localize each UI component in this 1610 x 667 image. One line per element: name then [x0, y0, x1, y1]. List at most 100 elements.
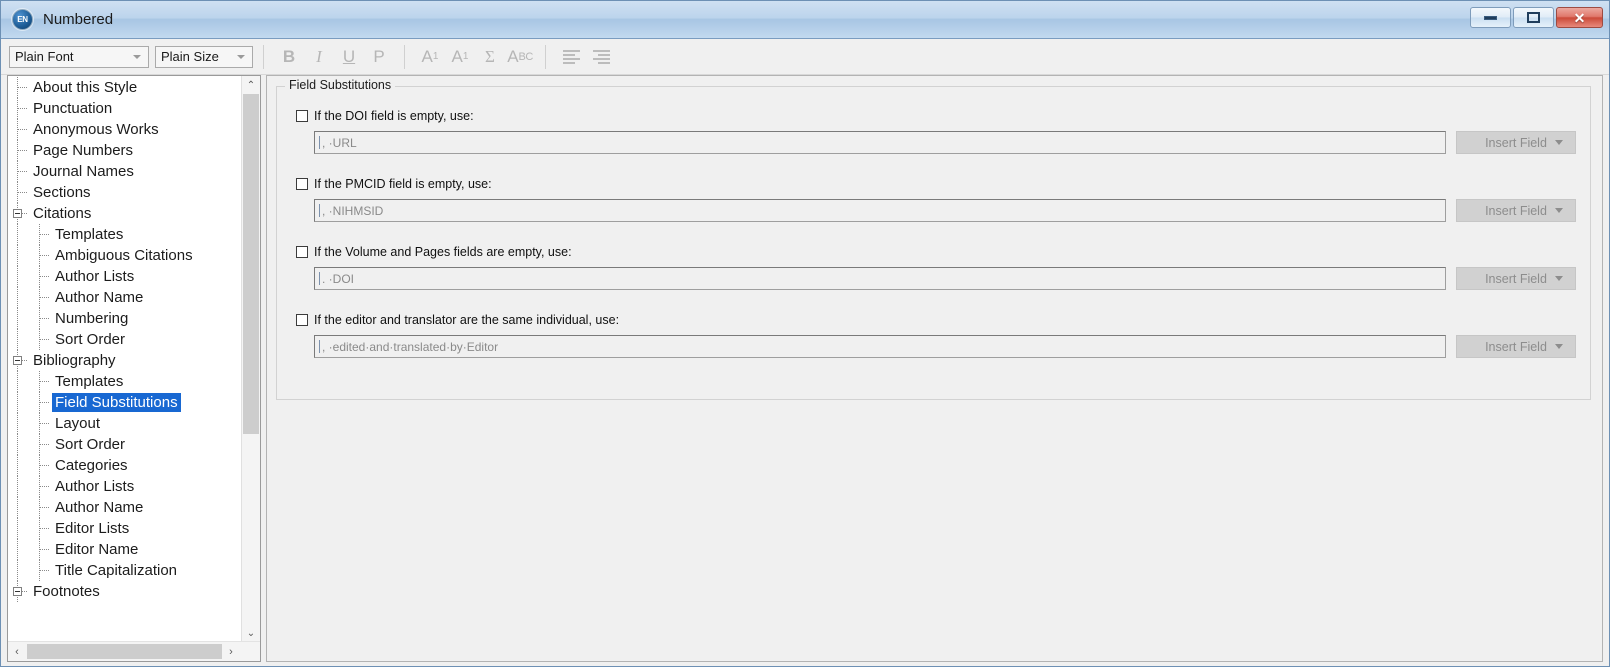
substitution-field-row: . ·DOI Insert Field [277, 267, 1590, 290]
style-sections-tree: About this Style Punctuation Anonymous Wor… [7, 75, 261, 662]
tree-item-numbering[interactable]: Numbering [8, 308, 238, 329]
tree-expander-icon[interactable] [13, 587, 22, 596]
insert-field-button[interactable]: Insert Field [1456, 267, 1576, 290]
checkbox-icon[interactable] [296, 314, 308, 326]
tree-item-anonymous-works[interactable]: Anonymous Works [8, 119, 238, 140]
insert-field-button[interactable]: Insert Field [1456, 131, 1576, 154]
tree-item-label: Citations [33, 205, 92, 222]
bold-button[interactable]: B [274, 44, 304, 70]
text-caret [319, 340, 320, 353]
plain-button[interactable]: P [364, 44, 394, 70]
insert-field-button[interactable]: Insert Field [1456, 335, 1576, 358]
close-button[interactable]: ✕ [1556, 7, 1603, 28]
substitution-row: If the editor and translator are the sam… [277, 313, 1590, 358]
tree-item-sections[interactable]: Sections [8, 182, 238, 203]
superscript-button[interactable]: A1 [415, 44, 445, 70]
tree-item-sort-order[interactable]: Sort Order [8, 329, 238, 350]
tree-item-about-this-style[interactable]: About this Style [8, 77, 238, 98]
tree-item-categories[interactable]: Categories [8, 455, 238, 476]
tree-item-sort-order[interactable]: Sort Order [8, 434, 238, 455]
substitution-checkbox-row[interactable]: If the DOI field is empty, use: [277, 109, 1590, 123]
tree-item-label: Sections [33, 184, 91, 201]
minimize-icon [1484, 15, 1497, 20]
small-caps-button[interactable]: A BC [505, 44, 535, 70]
tree-horizontal-scrollbar[interactable]: ‹ › [8, 641, 260, 661]
insert-field-label: Insert Field [1485, 271, 1547, 286]
scroll-down-arrow-icon[interactable]: ⌄ [242, 624, 260, 642]
tree-item-bibliography[interactable]: Bibliography [8, 350, 238, 371]
tree-item-label: Editor Lists [55, 520, 130, 537]
underline-button[interactable]: U [334, 44, 364, 70]
tree-connector [8, 455, 52, 476]
checkbox-icon[interactable] [296, 110, 308, 122]
tree-item-title-capitalization[interactable]: Title Capitalization [8, 560, 238, 581]
align-left-icon [562, 49, 580, 64]
link-adjacent-text-button[interactable]: Σ [475, 44, 505, 70]
checkbox-label: If the DOI field is empty, use: [314, 109, 474, 123]
scroll-left-arrow-icon[interactable]: ‹ [8, 643, 26, 660]
tree-item-editor-name[interactable]: Editor Name [8, 539, 238, 560]
tree-item-page-numbers[interactable]: Page Numbers [8, 140, 238, 161]
tree-item-label: Numbering [55, 310, 129, 327]
substitution-text-input[interactable]: , ·URL [314, 131, 1446, 154]
tree-item-field-substitutions[interactable]: Field Substitutions [8, 392, 238, 413]
substitution-text-input[interactable]: . ·DOI [314, 267, 1446, 290]
tree-item-author-lists[interactable]: Author Lists [8, 476, 238, 497]
style-editor-window: EN Numbered ✕ Plain Font Plain Size B I … [0, 0, 1610, 667]
tree-item-label: Footnotes [33, 583, 100, 600]
tree-item-journal-names[interactable]: Journal Names [8, 161, 238, 182]
scroll-up-arrow-icon[interactable]: ⌃ [242, 76, 260, 94]
tree-item-punctuation[interactable]: Punctuation [8, 98, 238, 119]
tree-item-author-lists[interactable]: Author Lists [8, 266, 238, 287]
tree-item-label: Templates [55, 373, 124, 390]
tree-item-author-name[interactable]: Author Name [8, 287, 238, 308]
tree-item-label: Punctuation [33, 100, 113, 117]
insert-field-button[interactable]: Insert Field [1456, 199, 1576, 222]
subscript-button[interactable]: A1 [445, 44, 475, 70]
chevron-down-icon [1555, 276, 1563, 281]
substitution-text-input[interactable]: , ·edited·and·translated·by·Editor [314, 335, 1446, 358]
vertical-scroll-thumb[interactable] [243, 94, 259, 434]
align-left-button[interactable] [556, 44, 586, 70]
minimize-button[interactable] [1470, 7, 1511, 28]
tree-connector [8, 434, 52, 455]
tree-expander-icon[interactable] [13, 209, 22, 218]
tree-item-layout[interactable]: Layout [8, 413, 238, 434]
substitution-checkbox-row[interactable]: If the Volume and Pages fields are empty… [277, 245, 1590, 259]
tree-item-editor-lists[interactable]: Editor Lists [8, 518, 238, 539]
chevron-down-icon [133, 54, 141, 59]
group-title: Field Substitutions [285, 78, 396, 92]
tree-item-author-name[interactable]: Author Name [8, 497, 238, 518]
substitution-text-input[interactable]: , ·NIHMSID [314, 199, 1446, 222]
tree-item-label: Editor Name [55, 541, 139, 558]
tree-connector [8, 329, 52, 350]
tree-item-label: Bibliography [33, 352, 116, 369]
tree-expander-icon[interactable] [13, 356, 22, 365]
tree-connector [8, 560, 52, 581]
substitution-row: If the Volume and Pages fields are empty… [277, 245, 1590, 290]
checkbox-icon[interactable] [296, 246, 308, 258]
tree-item-citations[interactable]: Citations [8, 203, 238, 224]
font-select[interactable]: Plain Font [9, 45, 149, 68]
substitution-text-value: , ·NIHMSID [322, 203, 384, 218]
text-caret [319, 204, 320, 217]
tree-item-templates[interactable]: Templates [8, 224, 238, 245]
horizontal-scroll-thumb[interactable] [27, 644, 222, 659]
tree-item-templates[interactable]: Templates [8, 371, 238, 392]
tree-list: About this Style Punctuation Anonymous Wor… [8, 76, 238, 602]
maximize-button[interactable] [1513, 7, 1554, 28]
chevron-down-icon [1555, 208, 1563, 213]
substitution-checkbox-row[interactable]: If the editor and translator are the sam… [277, 313, 1590, 327]
tree-item-footnotes[interactable]: Footnotes [8, 581, 238, 602]
substitution-checkbox-row[interactable]: If the PMCID field is empty, use: [277, 177, 1590, 191]
checkbox-icon[interactable] [296, 178, 308, 190]
substitution-field-row: , ·edited·and·translated·by·Editor Insert… [277, 335, 1590, 358]
scroll-right-arrow-icon[interactable]: › [222, 643, 240, 660]
italic-button[interactable]: I [304, 44, 334, 70]
tree-vertical-scrollbar[interactable]: ⌃ ⌄ [241, 76, 260, 642]
align-right-button[interactable] [586, 44, 616, 70]
title-bar: EN Numbered ✕ [1, 1, 1609, 39]
tree-scroll-area: About this Style Punctuation Anonymous Wor… [8, 76, 260, 641]
size-select[interactable]: Plain Size [155, 45, 253, 68]
tree-item-ambiguous-citations[interactable]: Ambiguous Citations [8, 245, 238, 266]
